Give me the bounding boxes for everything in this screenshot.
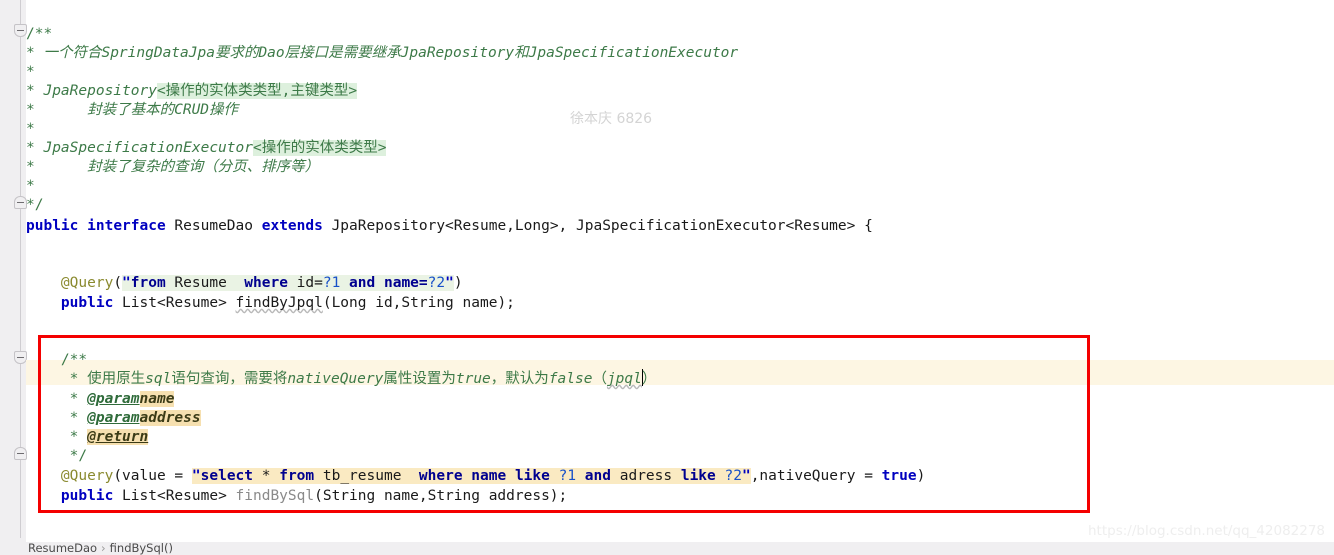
token-kw-public: public bbox=[60, 295, 114, 311]
token-star: * bbox=[26, 121, 35, 137]
token-sql-table: tb_resume bbox=[314, 468, 419, 484]
code-line-2: * 一个符合SpringDataJpa要求的Dao层接口是需要继承JpaRepo… bbox=[26, 41, 738, 66]
token-star: * bbox=[26, 178, 35, 194]
token-line7-generic: <操作的实体类类型> bbox=[252, 140, 387, 156]
token-nativequery-key: ,nativeQuery = bbox=[750, 468, 882, 484]
code-line-11-interface-declaration: public interface ResumeDao extends JpaRe… bbox=[26, 214, 873, 239]
token-doc19-true: true bbox=[455, 371, 491, 387]
token-sql-like-2: like bbox=[680, 468, 716, 484]
token-star: * bbox=[26, 64, 35, 80]
token-type-resumedao: ResumeDao bbox=[165, 218, 262, 234]
token-paren-open: ( bbox=[113, 468, 123, 484]
token-sql-from: from bbox=[279, 468, 315, 484]
author-watermark: 徐本庆 6826 bbox=[570, 111, 653, 127]
token-star: * bbox=[69, 410, 88, 426]
token-star: * bbox=[26, 45, 44, 61]
token-kw-public: public bbox=[26, 218, 79, 234]
token-doc19-e: （ bbox=[592, 371, 607, 387]
token-star: * bbox=[69, 391, 88, 407]
token-jpql-resume: Resume bbox=[165, 275, 245, 291]
token-doc19-f: ） bbox=[641, 371, 657, 387]
token-jpql-param1: ?1 bbox=[322, 275, 341, 291]
token-param-name-value: name bbox=[139, 391, 175, 407]
token-doc19-c: 属性设置为 bbox=[383, 371, 456, 387]
code-line-8: * 封装了复杂的查询（分页、排序等） bbox=[26, 155, 319, 180]
breadcrumb-class[interactable]: ResumeDao bbox=[28, 541, 97, 555]
code-content[interactable]: /** * 一个符合SpringDataJpa要求的Dao层接口是需要继承Jpa… bbox=[0, 0, 1334, 538]
token-sql-select: select bbox=[200, 468, 254, 484]
token-quote-open: " bbox=[122, 275, 131, 291]
token-line4-generic: <操作的实体类类型,主键类型> bbox=[156, 83, 358, 99]
token-doc19-d: ，默认为 bbox=[490, 371, 549, 387]
token-javadoc-close: */ bbox=[26, 197, 44, 213]
token-jpql-where: where bbox=[244, 275, 288, 291]
token-quote-open: " bbox=[191, 468, 201, 484]
token-doc19-a: 使用原生 bbox=[87, 371, 146, 387]
token-paren-close: ) bbox=[453, 275, 463, 291]
token-quote-close: " bbox=[741, 468, 751, 484]
token-tag-return: @return bbox=[87, 429, 149, 445]
token-line4-pre: * JpaRepository bbox=[26, 83, 157, 99]
token-method-findbyjpql: findByJpql bbox=[235, 295, 323, 311]
code-line-5: * 封装了基本的CRUD操作 bbox=[26, 98, 238, 123]
token-doc19-false: false bbox=[548, 371, 593, 387]
token-sql-star: * bbox=[253, 468, 280, 484]
token-anno-query: @Query bbox=[60, 468, 114, 484]
token-star: * bbox=[69, 371, 88, 387]
token-javadoc-open: /** bbox=[60, 352, 88, 368]
token-star: * bbox=[69, 429, 88, 445]
token-tag-param: @param bbox=[87, 391, 140, 407]
token-doc19-sql: sql bbox=[145, 371, 172, 387]
token-line7-pre: * JpaSpecificationExecutor bbox=[26, 140, 253, 156]
token-doc19-nativequery: nativeQuery bbox=[287, 371, 384, 387]
token-sql-col-adress: adress bbox=[619, 468, 681, 484]
token-args-findbysql: (String name,String address); bbox=[314, 488, 568, 504]
breadcrumb-method[interactable]: findBySql() bbox=[110, 541, 173, 555]
token-query-value-key: value = bbox=[122, 468, 192, 484]
token-jpql-param2: ?2 bbox=[427, 275, 446, 291]
breadcrumb-gutter bbox=[0, 538, 26, 555]
token-javadoc-open: /** bbox=[26, 26, 53, 42]
token-kw-public: public bbox=[60, 488, 114, 504]
token-kw-interface: interface bbox=[87, 218, 166, 234]
token-param-address-value: address bbox=[139, 410, 201, 426]
breadcrumb-separator: › bbox=[101, 541, 106, 555]
token-decl-tail: JpaRepository<Resume,Long>, JpaSpecifica… bbox=[322, 218, 873, 234]
token-sql-and: and bbox=[576, 468, 620, 484]
editor-bottom-strip bbox=[26, 538, 1334, 542]
token-jpql-from: from bbox=[130, 275, 166, 291]
token-args-findbyjpql: (Long id,String name); bbox=[322, 295, 515, 311]
token-return-type: List<Resume> bbox=[113, 488, 236, 504]
token-line5-body: * 封装了基本的CRUD操作 bbox=[26, 102, 239, 118]
token-quote-close: " bbox=[445, 275, 454, 291]
token-doc19-jpql: jpql bbox=[606, 371, 642, 387]
token-return-type: List<Resume> bbox=[113, 295, 236, 311]
token-jpql-id: id= bbox=[287, 275, 323, 291]
token-sql-where: where bbox=[418, 468, 463, 484]
token-jpql-name: name= bbox=[383, 275, 428, 291]
token-javadoc-close: */ bbox=[69, 448, 88, 464]
token-paren-close: ) bbox=[916, 468, 926, 484]
token-sql-like-1: like bbox=[514, 468, 550, 484]
token-jpql-and: and bbox=[340, 275, 384, 291]
token-paren-open: ( bbox=[113, 275, 123, 291]
token-tag-param: @param bbox=[87, 410, 140, 426]
token-kw-extends: extends bbox=[261, 218, 323, 234]
code-line-15-method-findbyjpql: public List<Resume> findByJpql(Long id,S… bbox=[26, 291, 515, 316]
token-method-findbysql: findBySql bbox=[235, 488, 315, 504]
token-anno-query: @Query bbox=[60, 275, 114, 291]
token-doc19-b: 语句查询，需要将 bbox=[171, 371, 288, 387]
token-line8-body: * 封装了复杂的查询（分页、排序等） bbox=[26, 159, 320, 175]
token-sql-param1: ?1 bbox=[549, 468, 577, 484]
csdn-url-watermark: https://blog.csdn.net/qq_42082278 bbox=[1088, 523, 1326, 538]
token-sql-col-name: name bbox=[462, 468, 515, 484]
token-nativequery-true: true bbox=[881, 468, 917, 484]
breadcrumb-bar[interactable]: ResumeDao › findBySql() bbox=[0, 538, 1334, 555]
code-editor[interactable]: /** * 一个符合SpringDataJpa要求的Dao层接口是需要继承Jpa… bbox=[0, 0, 1334, 538]
code-line-25-method-findbysql: public List<Resume> findBySql(String nam… bbox=[26, 484, 567, 509]
token-line2-body: 一个符合SpringDataJpa要求的Dao层接口是需要继承JpaReposi… bbox=[43, 45, 739, 61]
token-sql-param2: ?2 bbox=[715, 468, 742, 484]
breadcrumb[interactable]: ResumeDao › findBySql() bbox=[28, 541, 173, 555]
